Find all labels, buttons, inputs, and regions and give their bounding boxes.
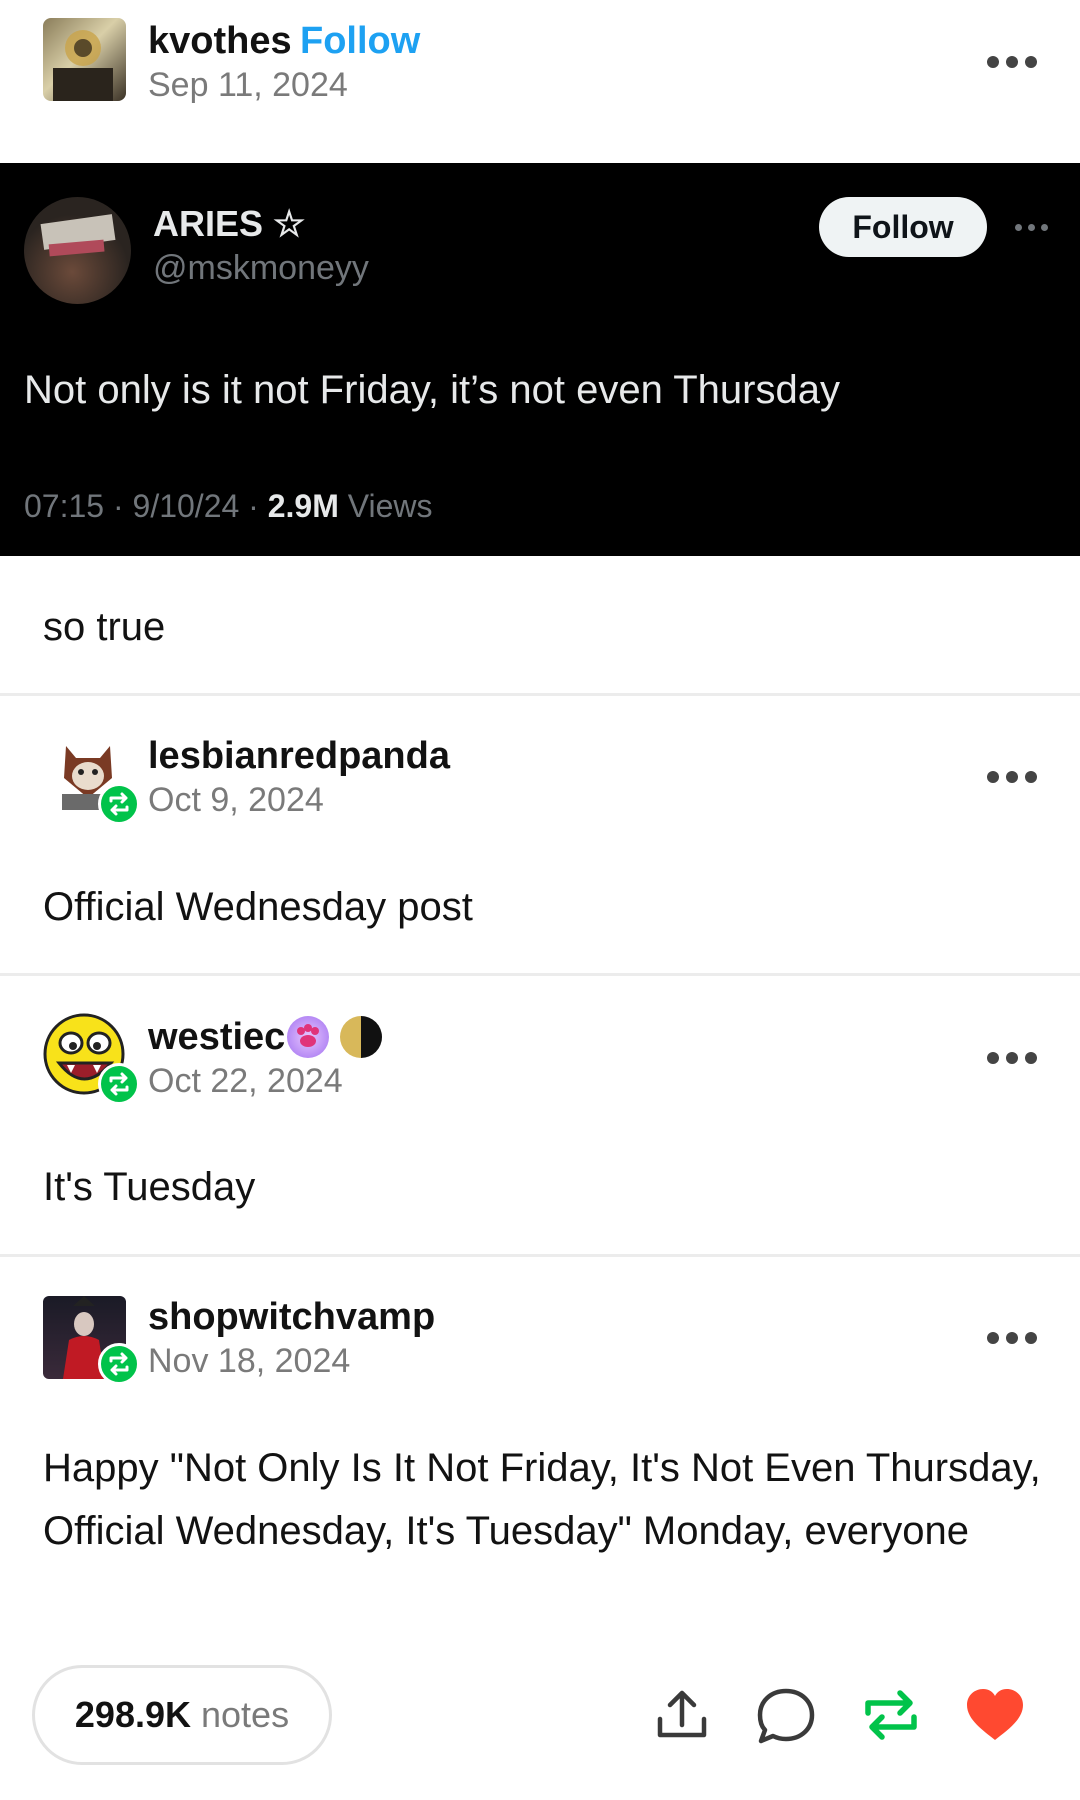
reply-icon[interactable] xyxy=(755,1685,817,1747)
post-body: Official Wednesday post xyxy=(43,885,473,929)
tweet-display-name: ARIES ☆ xyxy=(153,203,306,244)
post-date: Nov 18, 2024 xyxy=(148,1342,351,1380)
tweet-avatar xyxy=(24,197,131,304)
notes-label: notes xyxy=(191,1694,290,1735)
divider xyxy=(0,693,1080,696)
reblog-badge-icon xyxy=(98,1343,140,1385)
tweet-handle: @mskmoneyy xyxy=(153,249,369,287)
tweet-views-count: 2.9M xyxy=(267,488,339,524)
reblog-icon[interactable] xyxy=(860,1683,922,1747)
more-options-icon[interactable] xyxy=(987,1050,1037,1066)
notes-button[interactable]: 298.9K notes xyxy=(32,1665,332,1765)
tweet-time: 07:15 · 9/10/24 · xyxy=(24,488,268,524)
more-options-icon[interactable] xyxy=(987,54,1037,70)
post-author-name[interactable]: shopwitchvamp xyxy=(148,1296,435,1339)
more-options-icon[interactable] xyxy=(987,1330,1037,1346)
post-author-name[interactable]: westiec xyxy=(148,1016,285,1059)
tweet-text: Not only is it not Friday, it’s not even… xyxy=(24,368,840,412)
tweet-follow-button: Follow xyxy=(819,197,987,257)
reblog-badge-icon xyxy=(98,783,140,825)
embedded-tweet-image: ARIES ☆ @mskmoneyy Follow Not only is it… xyxy=(0,163,1080,556)
post-author-name[interactable]: lesbianredpanda xyxy=(148,735,450,778)
post-body: so true xyxy=(43,605,166,649)
tweet-meta: 07:15 · 9/10/24 · 2.9M Views xyxy=(24,488,433,525)
follow-link[interactable]: Follow xyxy=(300,20,420,63)
reblog-badge-icon xyxy=(98,1063,140,1105)
like-heart-icon[interactable] xyxy=(964,1686,1026,1744)
notes-count: 298.9K xyxy=(74,1694,191,1735)
post-date: Oct 9, 2024 xyxy=(148,781,324,819)
post-body: Happy "Not Only Is It Not Friday, It's N… xyxy=(43,1446,1041,1553)
post-date: Sep 11, 2024 xyxy=(148,66,348,104)
tweet-views-label: Views xyxy=(338,488,433,524)
divider xyxy=(0,1254,1080,1257)
post-author-name[interactable]: kvothes xyxy=(148,20,292,63)
more-options-icon[interactable] xyxy=(987,769,1037,785)
share-icon[interactable] xyxy=(652,1685,712,1745)
tweet-more-icon xyxy=(1015,224,1051,232)
avatar-kvothes[interactable] xyxy=(43,18,126,101)
post-body: It's Tuesday xyxy=(43,1165,256,1209)
divider xyxy=(0,973,1080,976)
post-date: Oct 22, 2024 xyxy=(148,1062,343,1100)
moon-badge-icon xyxy=(340,1016,382,1058)
paw-badge-icon xyxy=(287,1016,329,1058)
